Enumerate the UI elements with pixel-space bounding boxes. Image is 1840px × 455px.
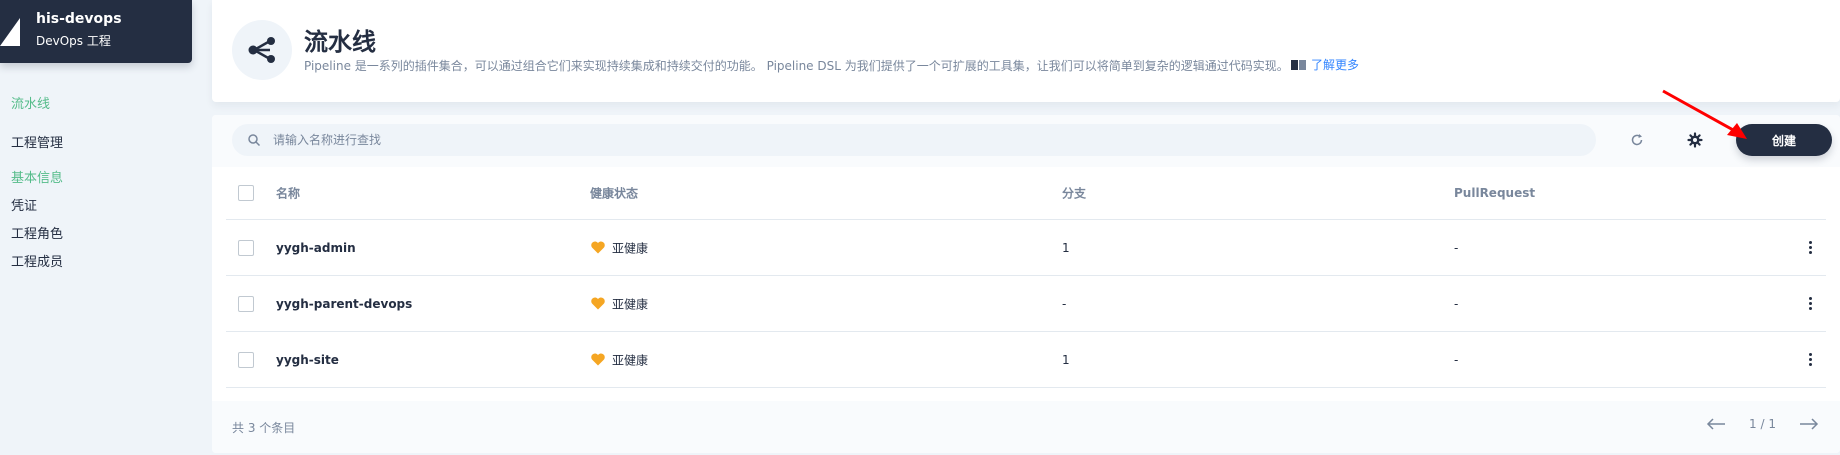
table-footer: 共 3 个条目 1 / 1 [212,401,1840,453]
table-row: yygh-admin 亚健康 1 - [226,220,1826,276]
book-icon [1291,59,1307,71]
project-card[interactable]: his-devops DevOps 工程 [0,0,192,63]
pull-request-count: - [1454,296,1459,311]
sidebar-item-project-members[interactable]: 工程成员 [11,251,63,270]
sidebar-item-pipeline[interactable]: 流水线 [11,93,50,112]
table-header-row: 名称 健康状态 分支 PullRequest [226,167,1826,220]
toolbar: 创建 [212,115,1840,167]
health-status: 亚健康 [590,351,648,368]
pull-request-count: - [1454,240,1459,255]
pipeline-panel: 创建 名称 健康状态 分支 PullRequest yygh-admin 亚健康… [212,115,1840,453]
project-type: DevOps 工程 [36,34,111,48]
settings-button[interactable] [1682,127,1708,153]
branch-count: 1 [1062,240,1070,255]
page-indicator: 1 / 1 [1749,417,1776,431]
refresh-button[interactable] [1624,127,1650,153]
column-header-pull-request: PullRequest [1454,186,1536,200]
heart-icon [591,353,605,366]
row-checkbox[interactable] [238,351,254,368]
column-header-health: 健康状态 [590,186,639,201]
sidebar-item-credentials[interactable]: 凭证 [11,195,37,214]
more-actions-button[interactable] [1800,236,1820,260]
branch-count: 1 [1062,352,1070,367]
heart-icon [591,241,605,254]
row-checkbox[interactable] [238,239,254,256]
search-box[interactable] [232,124,1596,156]
learn-more-link[interactable]: 了解更多 [1291,56,1359,73]
pipeline-table: 名称 健康状态 分支 PullRequest yygh-admin 亚健康 1 … [226,167,1826,388]
project-name: his-devops [36,11,122,27]
pagination: 1 / 1 [1705,415,1820,433]
sidebar-item-project-roles[interactable]: 工程角色 [11,223,63,242]
health-status: 亚健康 [590,295,648,312]
branch-count: - [1062,296,1067,311]
page-header: 流水线 Pipeline 是一系列的插件集合，可以通过组合它们来实现持续集成和持… [212,0,1840,102]
pipeline-name-link[interactable]: yygh-parent-devops [276,297,412,311]
heart-icon [591,297,605,310]
gear-icon [1687,132,1703,148]
pipeline-name-link[interactable]: yygh-admin [276,241,356,255]
arrow-left-icon [1706,418,1726,430]
more-actions-button[interactable] [1800,292,1820,316]
health-status-label: 亚健康 [612,353,649,367]
select-all-checkbox[interactable] [238,185,254,201]
column-header-branch: 分支 [1062,186,1087,201]
project-logo-icon [0,18,20,46]
table-row: yygh-parent-devops 亚健康 - - [226,276,1826,332]
health-status-label: 亚健康 [612,241,649,255]
pipeline-icon [232,20,292,80]
row-checkbox[interactable] [238,295,254,312]
refresh-icon [1631,134,1643,146]
health-status: 亚健康 [590,239,648,256]
table-row: yygh-site 亚健康 1 - [226,332,1826,388]
page-title: 流水线 [304,28,376,56]
create-button[interactable]: 创建 [1736,124,1832,156]
sidebar-group-basic-info: 基本信息 [11,171,64,186]
search-icon [248,134,261,147]
arrow-right-icon [1800,418,1819,430]
total-count: 共 3 个条目 [232,421,296,435]
next-page-button[interactable] [1798,415,1820,433]
more-actions-button[interactable] [1800,348,1820,372]
pull-request-count: - [1454,352,1459,367]
column-header-name[interactable]: 名称 [276,185,300,202]
page-description: Pipeline 是一系列的插件集合，可以通过组合它们来实现持续集成和持续交付的… [304,59,1289,73]
pipeline-name-link[interactable]: yygh-site [276,353,339,367]
learn-more-label: 了解更多 [1311,58,1360,72]
health-status-label: 亚健康 [612,297,649,311]
sidebar-item-project-management[interactable]: 工程管理 [11,132,63,151]
search-input[interactable] [261,125,1595,155]
prev-page-button[interactable] [1705,415,1727,433]
